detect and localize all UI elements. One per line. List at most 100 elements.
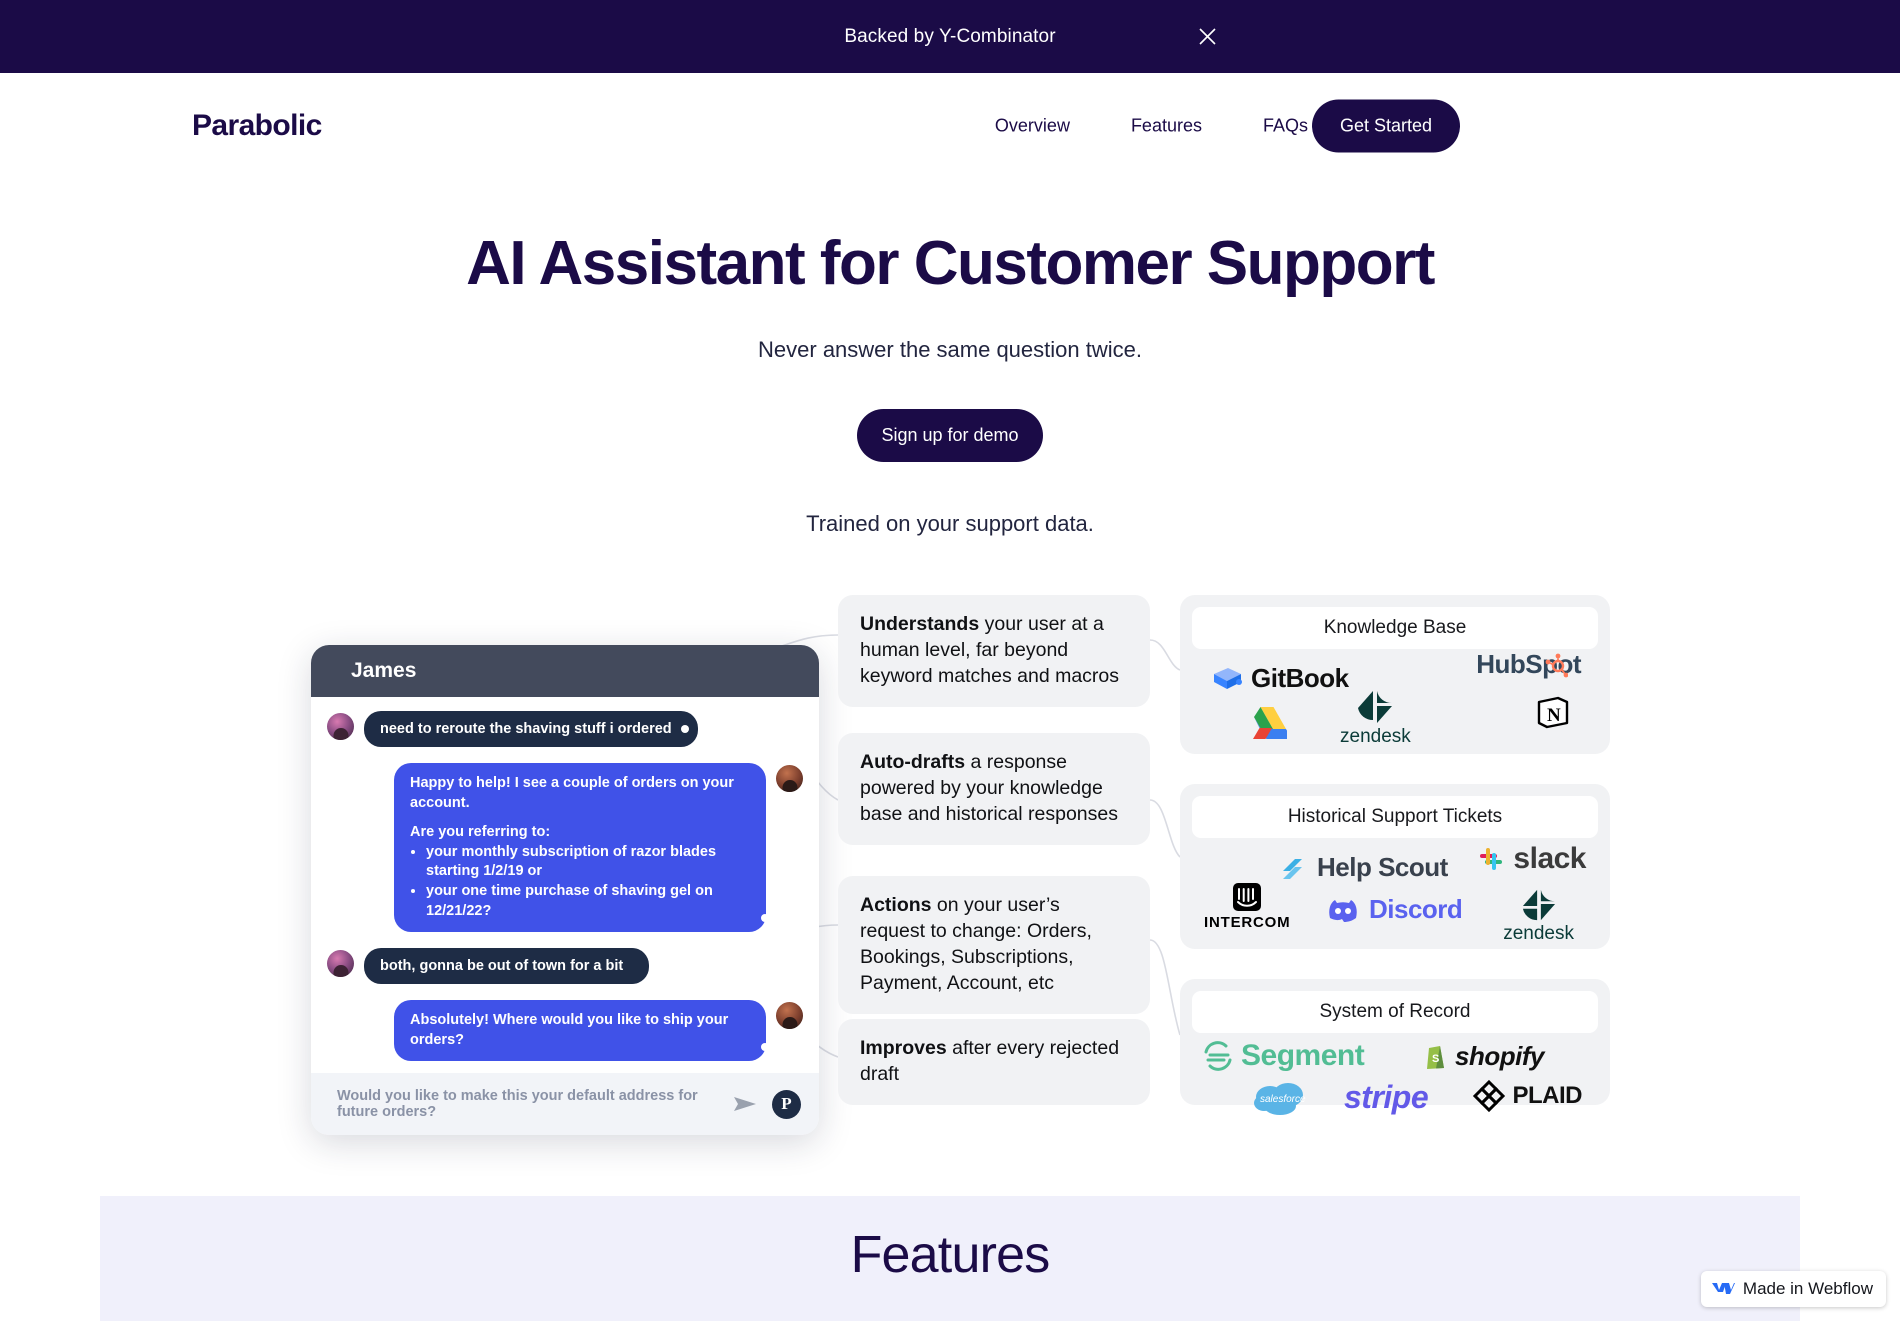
plaid-logo: PLAID bbox=[1472, 1079, 1583, 1113]
discord-icon bbox=[1329, 899, 1357, 922]
notion-icon: N bbox=[1537, 696, 1569, 729]
discord-label: Discord bbox=[1369, 894, 1463, 924]
notion-logo: N bbox=[1536, 695, 1570, 729]
feature-card-bold: Actions bbox=[860, 894, 932, 916]
svg-text:S: S bbox=[1432, 1053, 1439, 1065]
zendesk-logo: zendesk bbox=[1340, 689, 1411, 748]
status-dot bbox=[761, 914, 769, 923]
close-icon[interactable] bbox=[1194, 24, 1220, 50]
chat-message: need to reroute the shaving stuff i orde… bbox=[327, 711, 803, 748]
gitbook-icon bbox=[1214, 667, 1242, 689]
salesforce-icon: salesforce bbox=[1254, 1083, 1306, 1115]
chat-widget: James need to reroute the shaving stuff … bbox=[311, 645, 819, 1135]
zendesk-icon bbox=[1358, 691, 1393, 723]
chat-bubble-lead: Happy to help! I see a couple of orders … bbox=[410, 775, 734, 811]
intercom-icon bbox=[1233, 883, 1262, 911]
chat-message: Absolutely! Where would you like to ship… bbox=[327, 1000, 803, 1062]
page-title: AI Assistant for Customer Support bbox=[466, 229, 1435, 298]
zendesk-logo: zendesk bbox=[1503, 888, 1574, 945]
status-dot bbox=[761, 1043, 769, 1052]
chat-bubble-bullets: your monthly subscription of razor blade… bbox=[410, 843, 750, 921]
chat-bubble-user: both, gonna be out of town for a bit bbox=[364, 948, 650, 985]
hubspot-sprocket-icon bbox=[1545, 653, 1568, 678]
gitbook-logo: GitBook bbox=[1210, 663, 1349, 694]
feature-card-actions: Actions on your user’s request to change… bbox=[838, 876, 1150, 1014]
sign-up-for-demo-button[interactable]: Sign up for demo bbox=[857, 409, 1043, 462]
help-scout-label: Help Scout bbox=[1317, 852, 1448, 882]
nav-link-features[interactable]: Features bbox=[1131, 115, 1202, 136]
hubspot-logo: HubSpot bbox=[1476, 649, 1588, 680]
intercom-logo: INTERCOM bbox=[1204, 882, 1290, 931]
chat-bubble-text: need to reroute the shaving stuff i orde… bbox=[380, 721, 672, 737]
nav-link-overview[interactable]: Overview bbox=[995, 115, 1070, 136]
nav-link-faqs[interactable]: FAQs bbox=[1263, 115, 1308, 136]
chat-message: both, gonna be out of town for a bit bbox=[327, 948, 803, 985]
parabolic-avatar-icon: P bbox=[772, 1089, 801, 1119]
shopify-logo: S shopify bbox=[1424, 1041, 1544, 1072]
close-icon-glyph bbox=[1198, 28, 1216, 45]
plaid-icon bbox=[1472, 1079, 1505, 1113]
chat-input-placeholder[interactable]: Would you like to make this your default… bbox=[337, 1088, 718, 1120]
brand-logo[interactable]: Parabolic bbox=[192, 109, 322, 143]
stripe-logo: stripe bbox=[1344, 1079, 1429, 1116]
shopify-icon: S bbox=[1427, 1045, 1445, 1069]
avatar bbox=[327, 713, 354, 740]
feature-card-bold: Understands bbox=[860, 613, 980, 635]
svg-text:N: N bbox=[1547, 705, 1561, 726]
avatar bbox=[327, 950, 354, 978]
segment-label: Segment bbox=[1241, 1039, 1365, 1072]
hero-note: Trained on your support data. bbox=[806, 511, 1094, 536]
feature-card-bold: Improves bbox=[860, 1037, 947, 1060]
announcement-text: Backed by Y-Combinator bbox=[844, 25, 1056, 47]
intercom-label: INTERCOM bbox=[1204, 914, 1291, 931]
chat-message: Happy to help! I see a couple of orders … bbox=[327, 763, 803, 933]
chat-bubble-agent: Absolutely! Where would you like to ship… bbox=[394, 1000, 769, 1062]
feature-card-understands: Understands your user at a human level, … bbox=[838, 595, 1150, 707]
shopify-label: shopify bbox=[1455, 1041, 1544, 1071]
zendesk-label: zendesk bbox=[1503, 923, 1574, 944]
feature-card-improves: Improves after every rejected draft bbox=[838, 1019, 1150, 1105]
slack-logo: slack bbox=[1476, 842, 1586, 876]
panel-logo-group: Help Scout slack INTERCOM Discord zendes… bbox=[1192, 838, 1598, 944]
chat-header: James bbox=[311, 645, 819, 697]
navbar: Parabolic Overview Features FAQs Get Sta… bbox=[0, 73, 1900, 178]
zendesk-label: zendesk bbox=[1340, 726, 1411, 747]
chat-bubble-question: Are you referring to: bbox=[410, 824, 551, 841]
feature-card-auto-drafts: Auto-drafts a response powered by your k… bbox=[838, 733, 1150, 845]
gitbook-label: GitBook bbox=[1251, 663, 1349, 693]
announcement-bar: Backed by Y-Combinator bbox=[0, 0, 1900, 73]
panel-title: Knowledge Base bbox=[1192, 607, 1598, 649]
list-item: your monthly subscription of razor blade… bbox=[426, 843, 750, 882]
segment-logo: Segment bbox=[1202, 1039, 1365, 1073]
send-icon[interactable] bbox=[732, 1094, 758, 1114]
zendesk-icon bbox=[1522, 889, 1555, 921]
get-started-button[interactable]: Get Started bbox=[1311, 99, 1460, 152]
chat-bubble-agent: Happy to help! I see a couple of orders … bbox=[394, 763, 769, 933]
integration-panel-knowledge-base: Knowledge Base GitBook HubSpot zendesk N bbox=[1180, 595, 1610, 754]
google-drive-icon bbox=[1253, 707, 1287, 739]
slack-label: slack bbox=[1513, 842, 1586, 875]
panel-logo-group: Segment S shopify salesforce stripe PLAI… bbox=[1192, 1033, 1598, 1115]
features-heading: Features bbox=[850, 1226, 1051, 1284]
chat-input-bar[interactable]: Would you like to make this your default… bbox=[311, 1073, 819, 1135]
help-scout-icon bbox=[1283, 858, 1302, 879]
stripe-label: stripe bbox=[1344, 1079, 1429, 1115]
product-diagram: James need to reroute the shaving stuff … bbox=[300, 595, 1620, 1140]
list-item: your one time purchase of shaving gel on… bbox=[426, 882, 750, 921]
made-in-webflow-badge[interactable]: Made in Webflow bbox=[1700, 1271, 1886, 1307]
chat-bubble-text: both, gonna be out of town for a bit bbox=[380, 958, 624, 975]
slack-icon bbox=[1480, 848, 1503, 870]
svg-text:salesforce: salesforce bbox=[1260, 1094, 1306, 1105]
hero-subtitle: Never answer the same question twice. bbox=[758, 337, 1142, 362]
chat-bubble-lead: Absolutely! Where would you like to ship… bbox=[410, 1012, 729, 1048]
panel-title: Historical Support Tickets bbox=[1192, 796, 1598, 838]
webflow-badge-label: Made in Webflow bbox=[1742, 1279, 1873, 1298]
panel-logo-group: GitBook HubSpot zendesk N bbox=[1192, 649, 1598, 747]
plaid-label: PLAID bbox=[1512, 1082, 1583, 1109]
avatar bbox=[776, 765, 803, 793]
avatar bbox=[776, 1002, 803, 1030]
integration-panel-system-of-record: System of Record Segment S shopify sales… bbox=[1180, 979, 1610, 1115]
google-drive-logo bbox=[1247, 705, 1287, 741]
segment-icon bbox=[1204, 1041, 1232, 1071]
status-dot bbox=[680, 725, 689, 734]
